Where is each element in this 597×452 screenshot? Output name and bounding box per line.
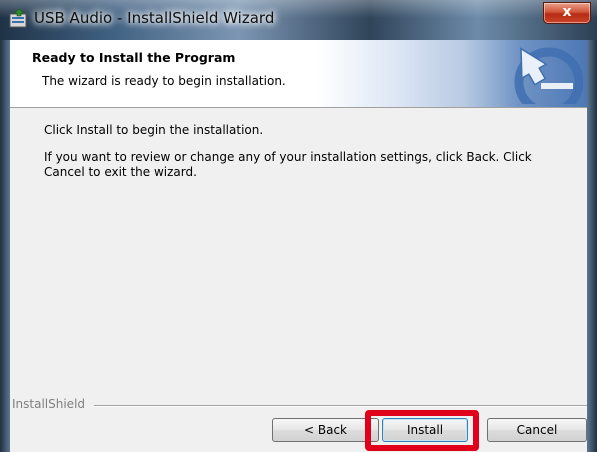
banner-subtitle: The wizard is ready to begin installatio…	[42, 74, 286, 88]
back-button[interactable]: < Back	[272, 418, 379, 442]
installshield-arrow-logo-icon	[514, 47, 583, 104]
wizard-banner: Ready to Install the Program The wizard …	[10, 40, 587, 108]
close-icon: x	[562, 4, 572, 20]
installshield-brand-label: InstallShield	[12, 397, 86, 411]
footer-divider	[94, 405, 587, 407]
review-settings-text: If you want to review or change any of y…	[44, 150, 532, 179]
window-frame-left	[0, 40, 10, 452]
install-button[interactable]: Install	[382, 418, 468, 442]
window-frame-right	[587, 40, 597, 452]
wizard-client-area: Ready to Install the Program The wizard …	[10, 40, 587, 452]
instruction-text: Click Install to begin the installation.	[44, 123, 264, 137]
cancel-button[interactable]: Cancel	[487, 418, 587, 442]
banner-title: Ready to Install the Program	[32, 50, 236, 65]
close-button[interactable]: x	[543, 2, 591, 24]
installer-icon[interactable]	[8, 8, 30, 30]
window-title: USB Audio - InstallShield Wizard	[34, 9, 275, 27]
